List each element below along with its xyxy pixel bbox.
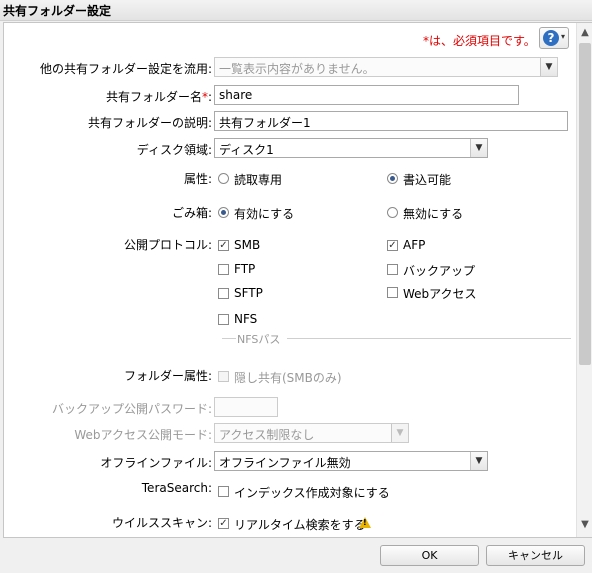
nfs-label: NFS — [234, 312, 258, 326]
recycle-bin-label: ごみ箱: — [171, 206, 212, 220]
backup-password-label: バックアップ公開パスワード: — [51, 402, 212, 416]
form-panel: *は、必須項目です。 ? ▾ 他の共有フォルダー設定を流用: 一覧表示内容があり… — [3, 22, 592, 538]
nfs-path-divider — [287, 338, 571, 339]
recycle-disable-radio[interactable] — [387, 207, 398, 218]
backup-password-input[interactable] — [214, 397, 278, 417]
scroll-down-icon[interactable]: ▼ — [577, 517, 592, 533]
ftp-checkbox[interactable] — [218, 264, 229, 275]
description-value: 共有フォルダー1 — [219, 116, 311, 130]
description-label: 共有フォルダーの説明: — [87, 116, 212, 130]
offline-files-value: オフラインファイル無効 — [219, 456, 351, 470]
hidden-share-label: 隠し共有(SMBのみ) — [234, 371, 342, 385]
attribute-writable-label: 書込可能 — [403, 173, 452, 187]
folder-name-label: 共有フォルダー名*: — [106, 88, 212, 105]
folder-name-colon: : — [207, 90, 212, 104]
scrollbar[interactable]: ▲ ▼ — [576, 23, 592, 537]
virus-scan-option-label: リアルタイム検索をする — [234, 518, 366, 532]
recycle-disable-label: 無効にする — [403, 207, 464, 221]
virus-scan-checkbox[interactable]: ✓ — [218, 518, 229, 529]
sftp-label: SFTP — [234, 286, 263, 300]
question-icon: ? — [543, 30, 559, 46]
smb-label: SMB — [234, 238, 261, 252]
window-title: 共有フォルダー設定 — [3, 4, 112, 18]
terasearch-label: TeraSearch: — [141, 481, 212, 495]
folder-name-label-text: 共有フォルダー名 — [105, 90, 202, 104]
ftp-label: FTP — [234, 262, 256, 276]
disk-area-select[interactable]: ディスク1 ▼ — [214, 138, 488, 158]
folder-name-value: share — [219, 88, 253, 102]
attribute-label: 属性: — [183, 172, 212, 186]
required-note-text: は、必須項目です。 — [429, 34, 536, 48]
sftp-checkbox[interactable] — [218, 288, 229, 299]
web-access-mode-value: アクセス制限なし — [219, 428, 315, 442]
chevron-down-icon: ▼ — [470, 139, 487, 157]
terasearch-option-label: インデックス作成対象にする — [234, 486, 390, 500]
scroll-up-icon[interactable]: ▲ — [577, 25, 592, 41]
attribute-readonly-radio[interactable] — [218, 173, 229, 184]
terasearch-checkbox[interactable] — [218, 486, 229, 497]
scrollbar-thumb[interactable] — [579, 43, 591, 365]
afp-label: AFP — [403, 238, 426, 252]
offline-files-select[interactable]: オフラインファイル無効 ▼ — [214, 451, 488, 471]
nfs-path-label: NFSパス — [237, 333, 281, 346]
title-bar: 共有フォルダー設定 — [0, 0, 592, 21]
backup-label: バックアップ — [403, 264, 476, 278]
disk-area-value: ディスク1 — [219, 143, 274, 157]
web-access-mode-select[interactable]: アクセス制限なし ▼ — [214, 423, 409, 443]
attribute-writable-radio[interactable] — [387, 173, 398, 184]
description-input[interactable]: 共有フォルダー1 — [214, 111, 568, 131]
required-note: *は、必須項目です。 — [423, 32, 536, 49]
folder-attribute-label: フォルダー属性: — [123, 369, 212, 383]
folder-name-input[interactable]: share — [214, 85, 519, 105]
backup-checkbox[interactable] — [387, 264, 398, 275]
recycle-enable-radio[interactable] — [218, 207, 229, 218]
apply-other-select[interactable]: 一覧表示内容がありません。 ▼ — [214, 57, 558, 77]
chevron-down-icon: ▼ — [470, 452, 487, 470]
afp-checkbox[interactable]: ✓ — [387, 240, 398, 251]
virus-scan-label: ウイルススキャン: — [111, 516, 212, 530]
recycle-enable-label: 有効にする — [234, 207, 295, 221]
hidden-share-checkbox[interactable] — [218, 371, 229, 382]
apply-other-label: 他の共有フォルダー設定を流用: — [39, 62, 212, 76]
nfs-path-divider — [222, 338, 236, 339]
smb-checkbox[interactable]: ✓ — [218, 240, 229, 251]
webaccess-checkbox[interactable] — [387, 287, 398, 298]
cancel-button[interactable]: キャンセル — [486, 545, 585, 566]
nfs-checkbox[interactable] — [218, 314, 229, 325]
disk-area-label: ディスク領域: — [136, 143, 212, 157]
offline-files-label: オフラインファイル: — [100, 456, 212, 470]
protocols-label: 公開プロトコル: — [123, 238, 212, 252]
web-access-mode-label: Webアクセス公開モード: — [74, 428, 212, 442]
help-button[interactable]: ? ▾ — [539, 27, 569, 49]
chevron-down-icon: ▾ — [561, 32, 566, 41]
chevron-down-icon: ▼ — [391, 424, 408, 442]
apply-other-value: 一覧表示内容がありません。 — [219, 62, 375, 76]
chevron-down-icon: ▼ — [540, 58, 557, 76]
attribute-readonly-label: 読取専用 — [234, 173, 283, 187]
ok-button[interactable]: OK — [380, 545, 479, 566]
webaccess-label: Webアクセス — [403, 287, 477, 301]
warning-icon — [359, 517, 371, 528]
